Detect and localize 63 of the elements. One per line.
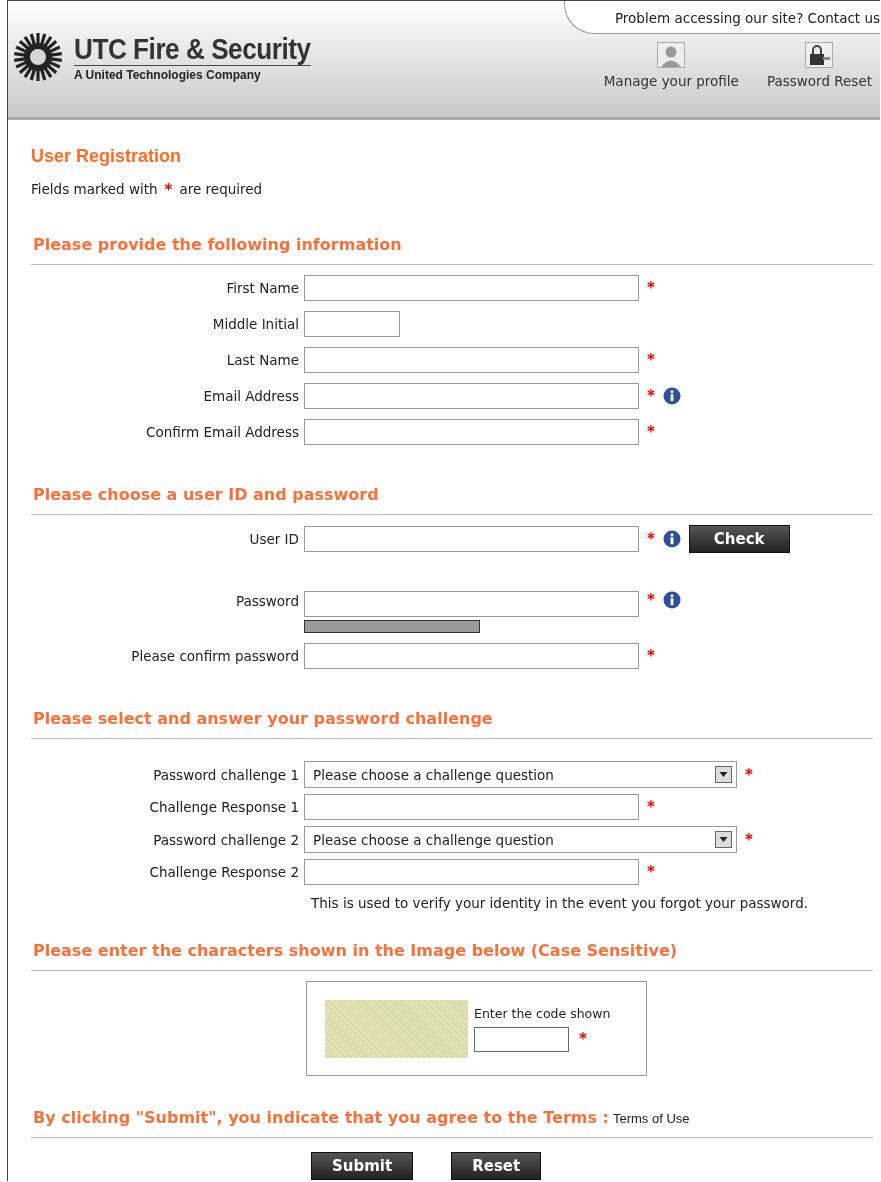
lock-icon — [805, 42, 834, 68]
field-label: Last Name — [225, 352, 299, 368]
input-field[interactable] — [304, 347, 639, 373]
dropdown-select[interactable]: Please choose a challenge question — [304, 761, 737, 788]
input-field[interactable] — [304, 643, 639, 669]
section-heading: Please enter the characters shown in the Image below (Case Sensitive) — [31, 941, 873, 971]
input-field[interactable] — [304, 311, 400, 337]
captcha-input-field[interactable] — [474, 1026, 569, 1052]
section-heading: Please choose a user ID and password — [31, 485, 873, 515]
field-label: Password — [234, 592, 299, 609]
form-button[interactable]: Reset — [451, 1152, 542, 1180]
input-field[interactable] — [304, 526, 639, 552]
field-label: User ID — [248, 531, 299, 547]
input-field[interactable] — [304, 794, 639, 820]
contact-link[interactable]: Problem accessing our site? Contact us — [563, 1, 880, 34]
required-asterisk: * — [647, 863, 655, 881]
input-field[interactable] — [304, 591, 639, 617]
field-label: Please confirm password — [130, 648, 299, 664]
dropdown-select[interactable]: Please choose a challenge question — [304, 826, 737, 853]
field-label: Email Address — [202, 388, 299, 404]
logo-tagline: A United Technologies Company — [74, 67, 262, 82]
input-field[interactable] — [304, 859, 639, 885]
section-heading: Please provide the following information — [31, 235, 873, 265]
captcha-prompt: Enter the code shown — [474, 1005, 611, 1021]
info-icon[interactable] — [662, 387, 681, 405]
field-label: Confirm Email Address — [145, 424, 299, 440]
required-note-text: are required — [179, 181, 263, 199]
field-label: Middle Initial — [211, 316, 299, 332]
page-title: User Registration — [31, 146, 183, 167]
required-asterisk: * — [647, 423, 655, 441]
help-text: This is used to verify your identity in the event you forgot your password. — [311, 895, 810, 911]
required-asterisk: * — [745, 765, 753, 784]
required-note-text: Fields marked with — [31, 181, 158, 199]
field-label: Password challenge 1 — [152, 766, 299, 783]
field-label: Password challenge 2 — [152, 831, 299, 848]
required-asterisk: * — [647, 351, 655, 369]
required-asterisk: * — [647, 647, 655, 665]
required-asterisk: * — [647, 591, 655, 609]
logo-name: UTC Fire & Security — [74, 32, 311, 66]
required-asterisk: * — [647, 798, 655, 816]
input-field[interactable] — [304, 275, 639, 301]
input-field[interactable] — [304, 419, 639, 445]
info-icon[interactable] — [662, 591, 681, 609]
person-icon — [657, 42, 686, 68]
required-asterisk: * — [647, 279, 655, 297]
required-asterisk: * — [579, 1030, 587, 1048]
nav-link[interactable]: Manage your profile — [603, 42, 739, 89]
terms-statement: By clicking "Submit", you indicate that you agree to the Terms : — [32, 1108, 609, 1127]
nav-link[interactable]: Password Reset — [766, 42, 872, 89]
field-label: Challenge Response 1 — [148, 799, 299, 815]
info-icon[interactable] — [662, 530, 681, 548]
input-field[interactable] — [304, 383, 639, 409]
required-asterisk: * — [745, 830, 753, 849]
sunburst-logo-icon — [12, 32, 64, 82]
form-button[interactable]: Submit — [311, 1152, 414, 1180]
required-asterisk: * — [164, 181, 173, 199]
required-asterisk: * — [647, 387, 655, 405]
section-heading: Please select and answer your password challenge — [31, 709, 873, 739]
check-button[interactable]: Check — [688, 525, 790, 553]
terms-link[interactable]: Terms of Use — [612, 1111, 690, 1126]
field-label: Challenge Response 2 — [148, 864, 299, 880]
field-label: First Name — [225, 280, 299, 296]
required-asterisk: * — [647, 530, 655, 548]
